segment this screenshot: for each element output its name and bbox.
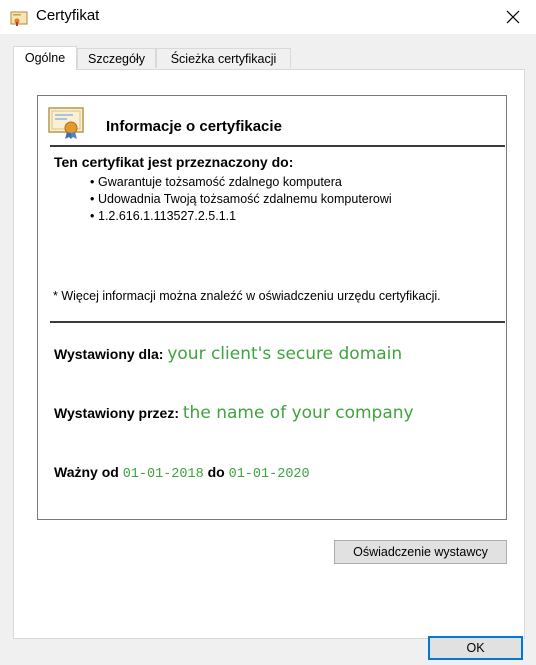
issued-by-row: Wystawiony przez: the name of your compa… [54, 403, 414, 423]
divider [50, 321, 505, 323]
valid-to-label: do [207, 464, 225, 480]
certificate-icon [48, 107, 84, 139]
list-item: Gwarantuje tożsamość zdalnego komputera [90, 174, 392, 191]
dialog-body: Ogólne Szczegóły Ścieżka certyfikacji In… [0, 34, 536, 665]
valid-from-label: Ważny od [54, 464, 119, 480]
valid-to-value: 01-01-2020 [228, 467, 310, 482]
purpose-list: Gwarantuje tożsamość zdalnego komputera … [90, 174, 392, 225]
valid-from-value: 01-01-2018 [122, 467, 204, 482]
certificate-info-box: Informacje o certyfikacie Ten certyfikat… [37, 95, 507, 520]
tab-general[interactable]: Ogólne [13, 46, 77, 70]
issued-by-label: Wystawiony przez: [54, 405, 179, 421]
close-button[interactable] [490, 0, 536, 34]
window-title: Certyfikat [36, 7, 100, 24]
title-bar: Certyfikat [0, 0, 536, 34]
tab-panel-general: Informacje o certyfikacie Ten certyfikat… [13, 69, 525, 639]
tab-details[interactable]: Szczegóły [77, 48, 156, 68]
close-icon [506, 10, 520, 24]
divider [50, 145, 505, 147]
validity-row: Ważny od 01-01-2018 do 01-01-2020 [54, 464, 310, 482]
certificate-icon [10, 11, 28, 26]
issued-by-value: the name of your company [182, 403, 414, 423]
ok-button[interactable]: OK [428, 636, 523, 660]
info-heading: Informacje o certyfikacie [106, 118, 282, 135]
list-item: Udowadnia Twoją tożsamość zdalnemu kompu… [90, 191, 392, 208]
issuer-statement-button[interactable]: Oświadczenie wystawcy [334, 540, 507, 564]
tab-certification-path[interactable]: Ścieżka certyfikacji [156, 48, 291, 68]
issued-to-label: Wystawiony dla: [54, 346, 164, 362]
purpose-title: Ten certyfikat jest przeznaczony do: [54, 154, 294, 170]
footnote: * Więcej informacji można znaleźć w oświ… [53, 289, 441, 303]
issued-to-row: Wystawiony dla: your client's secure dom… [54, 344, 402, 364]
issued-to-value: your client's secure domain [167, 344, 403, 364]
list-item: 1.2.616.1.113527.2.5.1.1 [90, 208, 392, 225]
